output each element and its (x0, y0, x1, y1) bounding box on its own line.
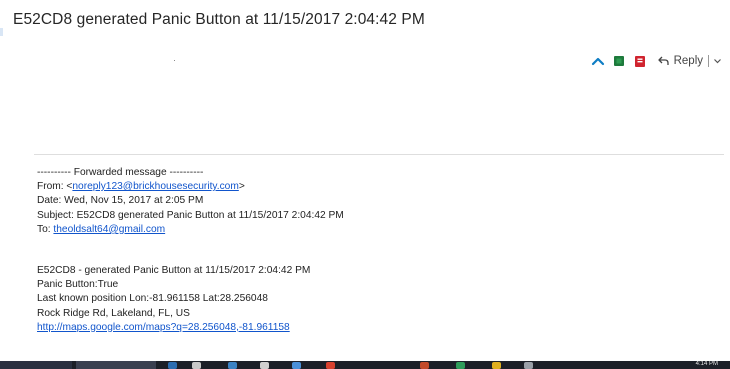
map-link-line: http://maps.google.com/maps?q=28.256048,… (37, 321, 344, 335)
left-accent-bar (0, 28, 3, 36)
taskbar-app-icon[interactable] (292, 362, 301, 369)
taskbar-app-icon[interactable] (168, 362, 177, 369)
to-label: To: (37, 223, 54, 235)
message-line-3: Last known position Lon:-81.961158 Lat:2… (37, 293, 268, 305)
email-subject-title: E52CD8 generated Panic Button at 11/15/2… (13, 11, 425, 28)
from-label: From: < (37, 181, 73, 193)
to-line: To: theoldsalt64@gmail.com (37, 223, 344, 237)
email-reading-pane: E52CD8 generated Panic Button at 11/15/2… (0, 0, 730, 369)
email-body: ---------- Forwarded message ---------- … (37, 166, 344, 335)
reply-separator (708, 55, 709, 67)
message-line-2: Panic Button:True (37, 279, 119, 291)
taskbar-app-icon[interactable] (326, 362, 335, 369)
date-line: Date: Wed, Nov 15, 2017 at 2:05 PM (37, 195, 204, 207)
reply-arrow-icon (657, 56, 669, 66)
red-square-icon[interactable] (634, 55, 645, 67)
chevron-up-icon[interactable] (591, 54, 605, 68)
taskbar-app-icon[interactable] (260, 362, 269, 369)
from-line: From: <noreply123@brickhousesecurity.com… (37, 180, 344, 194)
from-suffix: > (238, 181, 245, 193)
reply-label: Reply (673, 55, 703, 67)
taskbar-search-box[interactable] (76, 361, 156, 369)
taskbar-clock[interactable]: 4:14 PM (696, 361, 718, 367)
taskbar-app-icon[interactable] (524, 362, 533, 369)
dot-marker (174, 60, 175, 61)
map-link[interactable]: http://maps.google.com/maps?q=28.256048,… (37, 322, 290, 333)
taskbar-start-area[interactable] (0, 361, 72, 369)
message-actions-toolbar: Reply (591, 53, 722, 69)
from-email-link[interactable]: noreply123@brickhousesecurity.com (72, 181, 238, 192)
taskbar-app-icon[interactable] (456, 362, 465, 369)
taskbar: 4:14 PM (0, 361, 730, 369)
to-email-link[interactable]: theoldsalt64@gmail.com (53, 224, 165, 235)
header-divider (34, 154, 724, 155)
taskbar-app-icon[interactable] (228, 362, 237, 369)
forwarded-header: ---------- Forwarded message ---------- (37, 167, 204, 178)
subject-line: Subject: E52CD8 generated Panic Button a… (37, 209, 344, 221)
chevron-down-icon[interactable] (713, 57, 722, 65)
taskbar-app-icon[interactable] (192, 362, 201, 369)
taskbar-app-icon[interactable] (420, 362, 429, 369)
message-line-4: Rock Ridge Rd, Lakeland, FL, US (37, 307, 190, 319)
green-square-icon[interactable] (613, 56, 624, 66)
message-line-1: E52CD8 - generated Panic Button at 11/15… (37, 264, 311, 276)
reply-button[interactable]: Reply (657, 53, 703, 69)
taskbar-app-icon[interactable] (492, 362, 501, 369)
